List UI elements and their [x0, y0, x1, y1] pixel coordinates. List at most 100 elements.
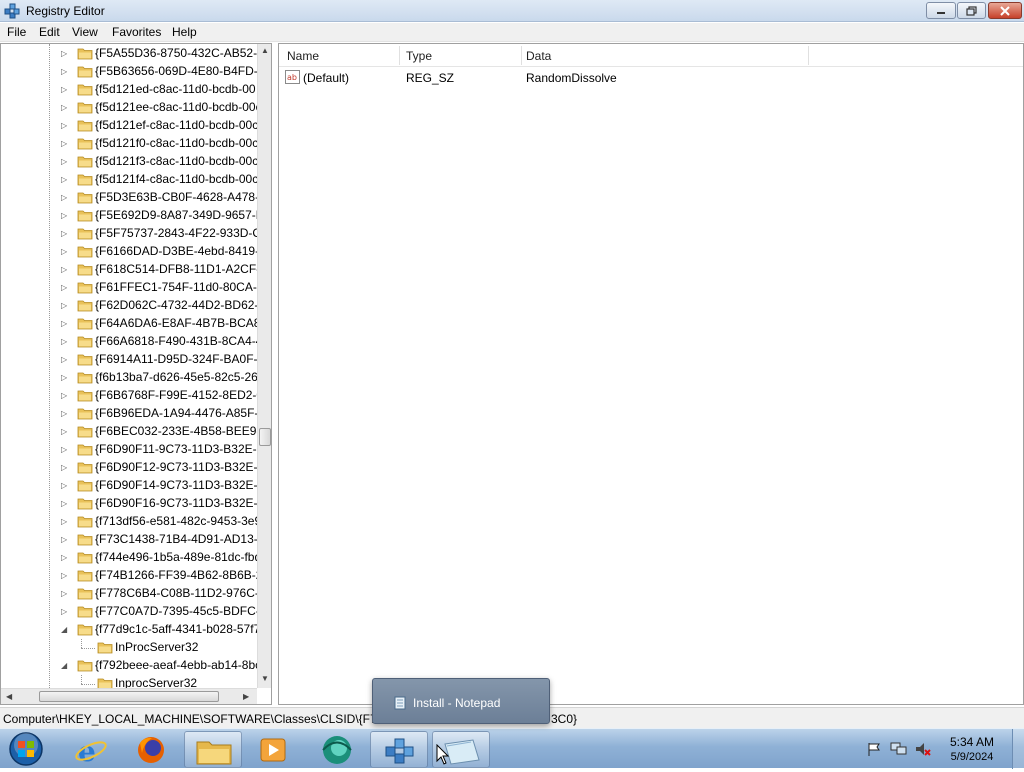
show-desktop-button[interactable] [1012, 729, 1024, 769]
expand-arrow-icon[interactable]: ▷ [61, 373, 69, 383]
tree-key-row[interactable]: ▷ {F6D90F11-9C73-11D3-B32E-00 [1, 441, 259, 459]
tree-key-row[interactable]: ▷ {F6D90F12-9C73-11D3-B32E-00 [1, 459, 259, 477]
column-divider[interactable] [808, 46, 809, 65]
tree-key-row[interactable]: ▷ {F6D90F14-9C73-11D3-B32E-00 [1, 477, 259, 495]
tree-key-row[interactable]: ▷ {f713df56-e581-482c-9453-3e9: [1, 513, 259, 531]
expand-arrow-icon[interactable]: ▷ [61, 535, 69, 545]
start-button[interactable] [6, 731, 46, 767]
scroll-up-icon[interactable]: ▲ [261, 46, 269, 55]
clock-date[interactable]: 5/9/2024 [942, 751, 1002, 763]
tree-key-row[interactable]: ▷ {f5d121ee-c8ac-11d0-bcdb-00c [1, 99, 259, 117]
expand-arrow-icon[interactable]: ▷ [61, 409, 69, 419]
clock-time[interactable]: 5:34 AM [942, 735, 1002, 749]
tree-key-row[interactable]: ▷ {F6BEC032-233E-4B58-BEE9-DE [1, 423, 259, 441]
tree-key-row[interactable]: ▷ {f5d121ef-c8ac-11d0-bcdb-00c [1, 117, 259, 135]
expand-arrow-icon[interactable]: ▷ [61, 229, 69, 239]
expand-arrow-icon[interactable]: ▷ [61, 265, 69, 275]
expand-arrow-icon[interactable]: ▷ [61, 391, 69, 401]
expand-arrow-icon[interactable]: ▷ [61, 517, 69, 527]
expand-arrow-icon[interactable]: ▷ [61, 49, 69, 59]
tree-key-row[interactable]: ▷ {f744e496-1b5a-489e-81dc-fbd [1, 549, 259, 567]
tree-key-row[interactable]: ▷ {F5E692D9-8A87-349D-9657-F9 [1, 207, 259, 225]
value-name[interactable]: (Default) [303, 71, 349, 85]
firefox-taskbar-button[interactable] [122, 731, 180, 768]
expand-arrow-icon[interactable]: ▷ [61, 445, 69, 455]
scroll-left-icon[interactable]: ◀ [6, 692, 12, 701]
menu-edit[interactable]: Edit [39, 25, 60, 39]
tree-key-row[interactable]: ▷ {F778C6B4-C08B-11D2-976C-0( [1, 585, 259, 603]
registry-editor-taskbar-button[interactable] [370, 731, 428, 768]
expand-arrow-icon[interactable]: ▷ [61, 175, 69, 185]
expand-arrow-icon[interactable]: ▷ [61, 67, 69, 77]
column-name-header[interactable]: Name [287, 49, 319, 63]
expand-arrow-icon[interactable]: ▷ [61, 355, 69, 365]
menu-favorites[interactable]: Favorites [112, 25, 161, 39]
browser-taskbar-button[interactable] [308, 731, 366, 768]
tree-key-row[interactable]: ▷ {F62D062C-4732-44D2-BD62-1: [1, 297, 259, 315]
expand-arrow-icon[interactable]: ▷ [61, 607, 69, 617]
column-type-header[interactable]: Type [406, 49, 432, 63]
maximize-button[interactable] [957, 2, 986, 19]
expand-arrow-icon[interactable]: ▷ [61, 589, 69, 599]
expand-arrow-icon[interactable]: ▷ [61, 211, 69, 221]
tree-key-row[interactable]: ▷ {F6B6768F-F99E-4152-8ED2-04: [1, 387, 259, 405]
collapse-arrow-icon[interactable]: ◢ [61, 661, 69, 671]
volume-muted-icon[interactable] [914, 741, 932, 757]
expand-arrow-icon[interactable]: ▷ [61, 85, 69, 95]
tree-horizontal-scrollbar[interactable]: ◀ ▶ [1, 688, 257, 704]
tree-key-row[interactable]: ▷ {F77C0A7D-7395-45c5-BDFC-B [1, 603, 259, 621]
taskbar-thumbnail-popup[interactable]: Install - Notepad [372, 678, 550, 724]
tree-key-row[interactable]: ▷ {F5F75737-2843-4F22-933D-C7 [1, 225, 259, 243]
minimize-button[interactable] [926, 2, 956, 19]
expand-arrow-icon[interactable]: ▷ [61, 553, 69, 563]
menu-view[interactable]: View [72, 25, 98, 39]
column-divider[interactable] [399, 46, 400, 65]
media-player-taskbar-button[interactable] [244, 731, 302, 768]
tree-key-row[interactable]: ▷ {F66A6818-F490-431B-8CA4-4 [1, 333, 259, 351]
tree-key-row[interactable]: ▷ {F6B96EDA-1A94-4476-A85F-4I [1, 405, 259, 423]
thumbnail-title[interactable]: Install - Notepad [413, 696, 500, 710]
tree-vertical-scroll-thumb[interactable] [259, 428, 271, 446]
tree-key-row[interactable]: ▷ {f5d121f3-c8ac-11d0-bcdb-00c [1, 153, 259, 171]
tree-key-row[interactable]: ▷ {F618C514-DFB8-11D1-A2CF-0 [1, 261, 259, 279]
expand-arrow-icon[interactable]: ▷ [61, 103, 69, 113]
tree-key-row[interactable]: ▷ {F5B63656-069D-4E80-B4FD-9E [1, 63, 259, 81]
menu-file[interactable]: File [7, 25, 26, 39]
tree-vertical-scrollbar[interactable]: ▲ ▼ [257, 44, 271, 688]
tree-key-row[interactable]: ▷ {f6b13ba7-d626-45e5-82c5-26e [1, 369, 259, 387]
internet-explorer-taskbar-button[interactable]: e [62, 731, 120, 768]
expand-arrow-icon[interactable]: ▷ [61, 427, 69, 437]
tree-subkey-row[interactable]: InProcServer32 [1, 639, 259, 657]
expand-arrow-icon[interactable]: ▷ [61, 283, 69, 293]
expand-arrow-icon[interactable]: ▷ [61, 337, 69, 347]
column-data-header[interactable]: Data [526, 49, 551, 63]
tree-key-row[interactable]: ▷ {F5D3E63B-CB0F-4628-A478-6I [1, 189, 259, 207]
expand-arrow-icon[interactable]: ▷ [61, 193, 69, 203]
values-list[interactable]: Name Type Data ab (Default) REG_SZ Rando… [278, 43, 1024, 705]
collapse-arrow-icon[interactable]: ◢ [61, 625, 69, 635]
tree-key-row[interactable]: ▷ {F74B1266-FF39-4B62-8B6B-29 [1, 567, 259, 585]
scroll-down-icon[interactable]: ▼ [261, 674, 269, 683]
tree-key-row[interactable]: ▷ {F61FFEC1-754F-11d0-80CA-00 [1, 279, 259, 297]
action-center-flag-icon[interactable] [866, 741, 882, 757]
tree-key-row[interactable]: ▷ {f5d121f0-c8ac-11d0-bcdb-00c [1, 135, 259, 153]
expand-arrow-icon[interactable]: ▷ [61, 301, 69, 311]
close-button[interactable] [988, 2, 1022, 19]
menu-help[interactable]: Help [172, 25, 197, 39]
column-divider[interactable] [521, 46, 522, 65]
expand-arrow-icon[interactable]: ▷ [61, 121, 69, 131]
expand-arrow-icon[interactable]: ▷ [61, 247, 69, 257]
expand-arrow-icon[interactable]: ▷ [61, 499, 69, 509]
tree-key-row[interactable]: ◢ {f792beee-aeaf-4ebb-ab14-8bc [1, 657, 259, 675]
tree-key-row[interactable]: ▷ {F6166DAD-D3BE-4ebd-8419-9 [1, 243, 259, 261]
explorer-taskbar-button[interactable] [184, 731, 242, 768]
expand-arrow-icon[interactable]: ▷ [61, 319, 69, 329]
tree-horizontal-scroll-thumb[interactable] [39, 691, 219, 702]
tree-key-row[interactable]: ▷ {F6D90F16-9C73-11D3-B32E-00 [1, 495, 259, 513]
tree-key-row[interactable]: ▷ {F64A6DA6-E8AF-4B7B-BCA8-8 [1, 315, 259, 333]
network-icon[interactable] [890, 741, 908, 757]
scroll-right-icon[interactable]: ▶ [243, 692, 249, 701]
tree-key-row[interactable]: ▷ {f5d121f4-c8ac-11d0-bcdb-00c [1, 171, 259, 189]
tree-key-row[interactable]: ▷ {F6914A11-D95D-324F-BA0F-3 [1, 351, 259, 369]
registry-tree[interactable]: ▷ {F5A55D36-8750-432C-AB52-A ▷ {F5B63656-06… [0, 43, 272, 705]
